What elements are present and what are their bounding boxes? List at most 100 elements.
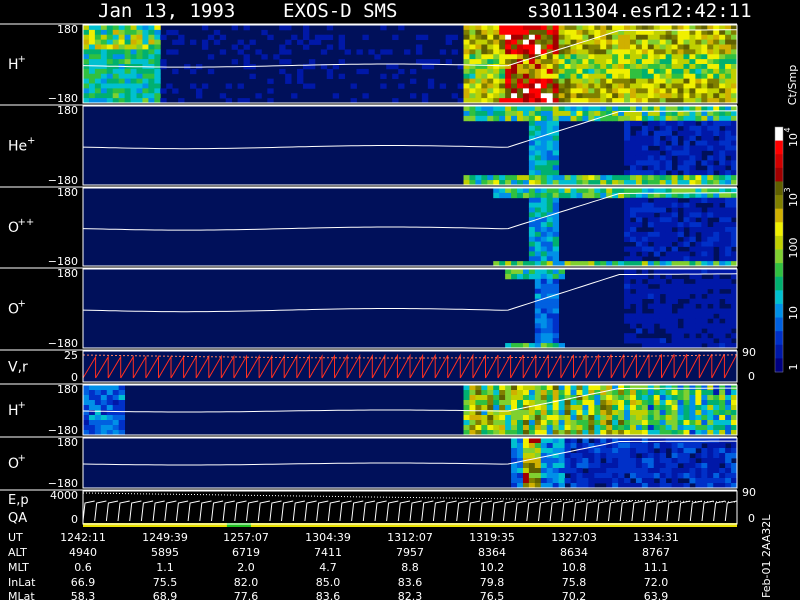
heatmap-cell bbox=[689, 150, 696, 156]
heatmap-cell bbox=[731, 448, 738, 454]
heatmap-cell bbox=[594, 88, 601, 94]
heatmap-cell bbox=[635, 313, 643, 319]
heatmap-cell bbox=[707, 68, 714, 75]
heatmap-cell bbox=[594, 395, 601, 401]
heatmap-cell bbox=[546, 59, 554, 65]
heatmap-cell bbox=[522, 192, 530, 199]
heatmap-cell bbox=[528, 473, 536, 479]
heatmap-cell bbox=[713, 328, 720, 334]
heatmap-cell bbox=[511, 192, 518, 199]
heatmap-cell bbox=[528, 231, 536, 238]
heatmap-cell bbox=[112, 34, 120, 41]
heatmap-cell bbox=[653, 400, 661, 406]
heatmap-cell bbox=[130, 88, 137, 94]
heatmap-cell bbox=[677, 188, 684, 194]
heatmap-cell bbox=[707, 313, 714, 319]
heatmap-cell bbox=[112, 68, 120, 75]
heatmap-cell bbox=[570, 405, 577, 411]
heatmap-cell bbox=[635, 44, 643, 50]
heatmap-cell bbox=[594, 93, 601, 99]
heatmap-cell bbox=[106, 49, 114, 55]
heatmap-cell bbox=[136, 25, 143, 31]
heatmap-cell bbox=[713, 222, 720, 228]
heatmap-cell bbox=[517, 88, 524, 94]
heatmap-cell bbox=[522, 468, 530, 474]
heatmap-cell bbox=[641, 39, 649, 45]
heatmap-cell bbox=[463, 88, 470, 94]
heatmap-cell bbox=[505, 83, 512, 89]
heatmap-cell bbox=[522, 453, 530, 459]
heatmap-cell bbox=[594, 188, 601, 194]
heatmap-cell bbox=[683, 222, 690, 228]
heatmap-cell bbox=[624, 390, 631, 396]
heatmap-cell bbox=[725, 395, 732, 401]
heatmap-cell bbox=[629, 175, 637, 181]
heatmap-cell bbox=[719, 135, 726, 141]
heatmap-cell bbox=[713, 83, 720, 89]
heatmap-cell bbox=[493, 385, 500, 391]
heatmap-cell bbox=[677, 269, 684, 275]
heatmap-cell bbox=[647, 115, 655, 122]
heatmap-cell bbox=[624, 106, 631, 112]
heatmap-cell bbox=[511, 478, 518, 484]
heatmap-cell bbox=[231, 59, 238, 65]
heatmap-cell bbox=[451, 93, 458, 99]
heatmap-cell bbox=[528, 222, 536, 228]
heatmap-cell bbox=[213, 39, 221, 45]
heatmap-cell bbox=[94, 395, 102, 401]
heatmap-cell bbox=[731, 130, 738, 137]
heatmap-cell bbox=[612, 68, 619, 75]
heatmap-cell bbox=[499, 34, 506, 41]
colorbar-swatch bbox=[775, 127, 783, 142]
heatmap-cell bbox=[719, 49, 726, 55]
heatmap-cell bbox=[534, 227, 542, 233]
heatmap-cell bbox=[695, 443, 702, 449]
heatmap-cell bbox=[588, 54, 595, 60]
heatmap-cell bbox=[629, 54, 637, 60]
heatmap-cell bbox=[499, 39, 506, 45]
heatmap-cell bbox=[493, 34, 500, 41]
heatmap-cell bbox=[659, 463, 667, 469]
heatmap-cell bbox=[671, 405, 678, 411]
heatmap-cell bbox=[398, 83, 405, 89]
heatmap-cell bbox=[731, 283, 738, 290]
heatmap-cell bbox=[225, 83, 233, 89]
heatmap-cell bbox=[665, 227, 672, 233]
heatmap-cell bbox=[707, 115, 714, 122]
heatmap-cell bbox=[701, 400, 708, 406]
heatmap-cell bbox=[362, 68, 369, 75]
heatmap-cell bbox=[534, 395, 542, 401]
heatmap-cell bbox=[606, 448, 613, 454]
heatmap-cell bbox=[540, 115, 548, 122]
heatmap-cell bbox=[552, 251, 560, 257]
heatmap-cell bbox=[641, 288, 649, 295]
heatmap-cell bbox=[618, 390, 625, 396]
heatmap-cell bbox=[707, 165, 714, 171]
heatmap-cell bbox=[677, 202, 684, 208]
colorbar-swatch bbox=[775, 358, 783, 373]
heatmap-cell bbox=[552, 115, 560, 122]
heatmap-cell bbox=[588, 478, 595, 484]
footer-cell-ut: 1334:31 bbox=[633, 531, 679, 544]
heatmap-cell bbox=[106, 44, 114, 50]
heatmap-cell bbox=[635, 170, 643, 176]
heatmap-cell bbox=[719, 150, 726, 156]
heatmap-cell bbox=[665, 231, 672, 238]
heatmap-cell bbox=[517, 49, 524, 55]
heatmap-cell bbox=[338, 44, 345, 50]
heatmap-cell bbox=[546, 34, 554, 41]
heatmap-cell bbox=[511, 453, 518, 459]
heatmap-cell bbox=[100, 68, 108, 75]
heatmap-cell bbox=[707, 110, 714, 117]
heatmap-cell bbox=[540, 88, 548, 94]
heatmap-cell bbox=[612, 425, 619, 431]
heatmap-cell bbox=[707, 59, 714, 65]
heatmap-cell bbox=[600, 73, 607, 80]
heatmap-cell bbox=[451, 49, 458, 55]
heatmap-cell bbox=[635, 88, 643, 94]
heatmap-cell bbox=[469, 420, 476, 426]
heatmap-cell bbox=[606, 49, 613, 55]
heatmap-cell bbox=[475, 106, 482, 112]
heatmap-cell bbox=[641, 212, 649, 218]
heatmap-cell bbox=[618, 59, 625, 65]
